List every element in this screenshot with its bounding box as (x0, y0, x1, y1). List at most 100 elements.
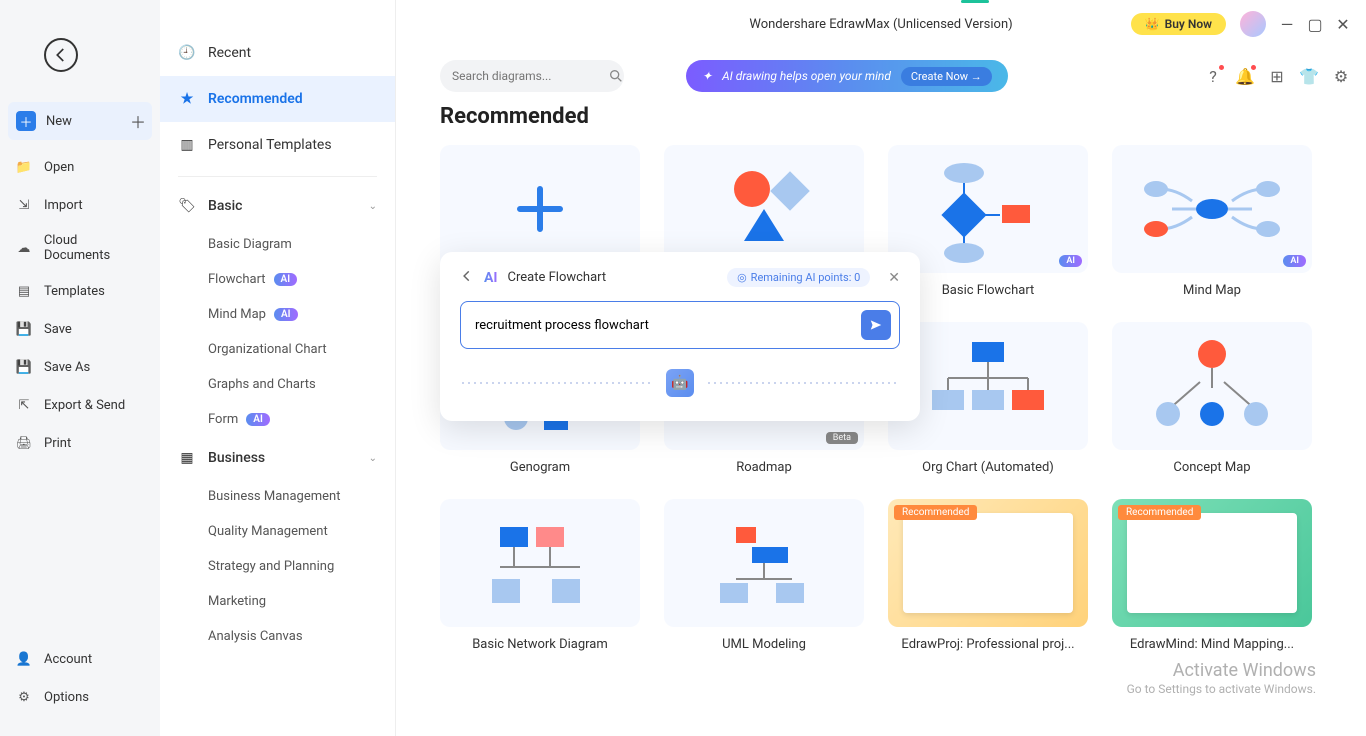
rail-label: Open (44, 160, 74, 175)
search-input[interactable] (452, 69, 608, 83)
cat-recent[interactable]: 🕘Recent (160, 30, 395, 76)
left-rail: ＋ New ＋ 📁 Open ⇲Import ☁Cloud Documents ▤… (0, 0, 160, 736)
user-icon: 👤 (14, 649, 34, 669)
sub-mindmap[interactable]: Mind MapAI (160, 297, 395, 332)
rail-label: New (46, 114, 72, 129)
sub-label: Strategy and Planning (208, 559, 334, 574)
back-button[interactable] (44, 38, 78, 72)
bot-icon: 🤖 (666, 369, 694, 397)
sub-strategy[interactable]: Strategy and Planning (160, 549, 395, 584)
card-uml[interactable]: UML Modeling (664, 499, 864, 652)
clock-icon: 🕘 (178, 44, 196, 62)
sub-flowchart[interactable]: Flowchart AI (160, 262, 395, 297)
card-edrawproj[interactable]: Recommended EdrawProj: Professional proj… (888, 499, 1088, 652)
card-concept-map[interactable]: Concept Map (1112, 322, 1312, 475)
card-label: UML Modeling (664, 637, 864, 652)
card-label: EdrawProj: Professional proj... (888, 637, 1088, 652)
loading-indicator: 🤖 (460, 369, 900, 397)
rail-label: Options (44, 690, 89, 705)
sub-form[interactable]: FormAI (160, 402, 395, 437)
rail-open[interactable]: 📁 Open (0, 148, 160, 186)
card-label: Concept Map (1112, 460, 1312, 475)
card-edrawmind[interactable]: Recommended EdrawMind: Mind Mapping... (1112, 499, 1312, 652)
ai-badge: AI (274, 308, 298, 321)
card-mindmap[interactable]: AI Mind Map (1112, 145, 1312, 298)
print-icon: 🖨 (14, 433, 34, 453)
sub-analysis[interactable]: Analysis Canvas (160, 619, 395, 654)
rail-account[interactable]: 👤Account (0, 640, 160, 678)
modal-close-button[interactable]: ✕ (888, 270, 900, 286)
export-icon: ⇱ (14, 395, 34, 415)
chevron-down-icon: ⌄ (369, 453, 377, 464)
buy-now-button[interactable]: 👑Buy Now (1131, 13, 1226, 35)
send-button[interactable] (861, 310, 891, 340)
sub-label: Graphs and Charts (208, 377, 316, 392)
app-title: Wondershare EdrawMax (Unlicensed Version… (749, 17, 1012, 32)
rail-label: Print (44, 436, 71, 451)
card-label: Roadmap (664, 460, 864, 475)
search-box[interactable] (440, 60, 624, 92)
tag-icon: 🏷 (178, 197, 196, 215)
folder-icon: 📁 (14, 157, 34, 177)
rail-label: Export & Send (44, 398, 125, 413)
rail-label: Save As (44, 360, 90, 375)
rail-export[interactable]: ⇱ Export & Send (0, 386, 160, 424)
sub-bizmgmt[interactable]: Business Management (160, 479, 395, 514)
sub-label: Organizational Chart (208, 342, 327, 357)
maximize-icon[interactable]: ▢ (1308, 17, 1322, 31)
cat-label: Basic (208, 198, 242, 214)
cat-recommended[interactable]: ★Recommended (160, 76, 395, 122)
recommended-badge: Recommended (1118, 505, 1201, 520)
modal-back-button[interactable] (460, 268, 474, 287)
ai-input-row (460, 301, 900, 349)
avatar[interactable] (1240, 11, 1266, 37)
rail-new[interactable]: ＋ New ＋ (8, 102, 152, 140)
sub-marketing[interactable]: Marketing (160, 584, 395, 619)
card-network[interactable]: Basic Network Diagram (440, 499, 640, 652)
target-icon: ◎ (737, 271, 747, 284)
bell-icon[interactable]: 🔔 (1236, 67, 1254, 85)
sub-basic-diagram[interactable]: Basic Diagram (160, 227, 395, 262)
cat-personal[interactable]: ▥Personal Templates (160, 122, 395, 168)
rail-templates[interactable]: ▤Templates (0, 272, 160, 310)
presentation-icon: ▦ (178, 449, 196, 467)
rail-saveas[interactable]: 💾Save As (0, 348, 160, 386)
minimize-icon[interactable]: — (1280, 17, 1294, 31)
banner-text: AI drawing helps open your mind (722, 69, 891, 83)
rail-print[interactable]: 🖨 Print (0, 424, 160, 462)
rail-save[interactable]: 💾Save (0, 310, 160, 348)
cat-label: Business (208, 450, 265, 466)
cat-basic[interactable]: 🏷Basic⌄ (160, 185, 395, 227)
help-icon[interactable]: ? (1204, 67, 1222, 85)
sub-quality[interactable]: Quality Management (160, 514, 395, 549)
gear-icon: ⚙ (14, 687, 34, 707)
rail-options[interactable]: ⚙ Options (0, 678, 160, 716)
cat-business[interactable]: ▦ Business ⌄ (160, 437, 395, 479)
create-now-button[interactable]: Create Now → (901, 67, 992, 86)
sub-label: Quality Management (208, 524, 328, 539)
modal-title: Create Flowchart (508, 270, 607, 285)
add-icon[interactable]: ＋ (130, 109, 146, 133)
sub-org[interactable]: Organizational Chart (160, 332, 395, 367)
beta-badge: Beta (826, 432, 858, 444)
rail-import[interactable]: ⇲Import (0, 186, 160, 224)
ai-badge: AI (274, 273, 298, 286)
search-icon[interactable] (608, 68, 624, 84)
template-icon: ▥ (178, 136, 196, 154)
ai-badge: AI (1283, 255, 1306, 267)
plus-icon: ＋ (16, 111, 36, 131)
ai-prompt-input[interactable] (475, 318, 861, 333)
ai-banner[interactable]: ✦ AI drawing helps open your mind Create… (686, 60, 1008, 92)
sub-graphs[interactable]: Graphs and Charts (160, 367, 395, 402)
sub-label: Flowchart (208, 272, 266, 287)
rail-label: Import (44, 198, 83, 213)
cloud-icon: ☁ (14, 238, 34, 258)
sub-label: Marketing (208, 594, 266, 609)
star-icon: ★ (178, 90, 196, 108)
close-icon[interactable]: ✕ (1336, 17, 1350, 31)
tshirt-icon[interactable]: 👕 (1300, 67, 1318, 85)
crown-icon: 👑 (1145, 17, 1160, 31)
apps-icon[interactable]: ⊞ (1268, 67, 1286, 85)
rail-cloud[interactable]: ☁Cloud Documents (0, 224, 160, 272)
settings-icon[interactable]: ⚙ (1332, 67, 1350, 85)
